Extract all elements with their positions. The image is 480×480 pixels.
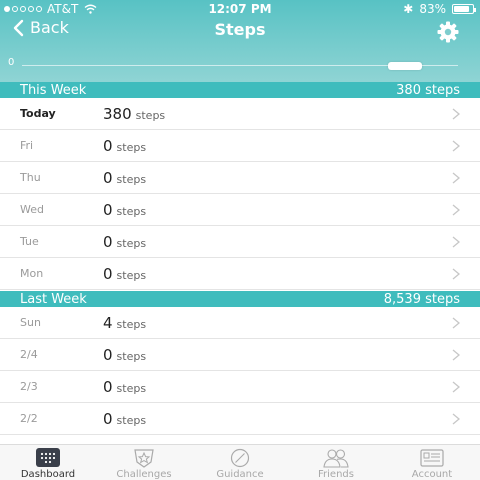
day-label: Sun: [20, 316, 41, 329]
day-row[interactable]: Wed 0 steps: [0, 194, 480, 226]
challenges-icon: [134, 449, 154, 468]
day-label: Tue: [20, 235, 39, 248]
step-unit: steps: [116, 204, 147, 218]
range-slider[interactable]: 0: [0, 56, 480, 76]
day-row[interactable]: 2/2 0 steps: [0, 403, 480, 435]
dashboard-icon: [36, 448, 60, 467]
day-row[interactable]: Thu 0 steps: [0, 162, 480, 194]
compass-icon: [230, 448, 250, 468]
day-label: 2/4: [20, 348, 38, 361]
step-unit: steps: [116, 317, 147, 331]
app-header: AT&T 12:07 PM ✱ 83% Back Steps 0: [0, 0, 480, 82]
step-count: 0: [103, 409, 113, 428]
step-unit: steps: [135, 108, 166, 122]
day-row[interactable]: Fri 0 steps: [0, 130, 480, 162]
step-count: 0: [103, 136, 113, 155]
tab-dashboard[interactable]: Dashboard: [0, 445, 96, 480]
status-right: ✱ 83%: [403, 2, 476, 16]
tab-challenges[interactable]: Challenges: [96, 445, 192, 480]
day-label: 2/3: [20, 380, 38, 393]
step-count: 380: [103, 104, 132, 123]
status-bar: AT&T 12:07 PM ✱ 83%: [0, 0, 480, 18]
battery-icon: [452, 4, 476, 14]
day-row[interactable]: Sun 4 steps: [0, 307, 480, 339]
day-label: Today: [20, 107, 56, 120]
tab-label: Guidance: [216, 469, 264, 480]
tab-label: Challenges: [116, 469, 172, 480]
chevron-right-icon: [452, 349, 460, 360]
account-card-icon: [420, 449, 444, 467]
chevron-right-icon: [452, 204, 460, 215]
step-count: 0: [103, 264, 113, 283]
step-count: 0: [103, 168, 113, 187]
battery-percent: 83%: [419, 2, 446, 16]
step-count: 4: [103, 313, 113, 332]
chevron-right-icon: [452, 413, 460, 424]
tab-label: Dashboard: [20, 469, 76, 480]
chevron-right-icon: [452, 236, 460, 247]
section-this-week: This Week 380 steps: [0, 82, 480, 98]
step-unit: steps: [116, 140, 147, 154]
page-title: Steps: [214, 20, 266, 39]
slider-min-label: 0: [8, 57, 15, 68]
day-row[interactable]: Today 380 steps: [0, 98, 480, 130]
day-label: 2/2: [20, 412, 38, 425]
step-count: 0: [103, 232, 113, 251]
step-count: 0: [103, 200, 113, 219]
chevron-right-icon: [452, 108, 460, 119]
day-row[interactable]: Tue 0 steps: [0, 226, 480, 258]
tab-label: Friends: [318, 469, 354, 480]
section-last-week: Last Week 8,539 steps: [0, 291, 480, 307]
friends-icon: [323, 449, 349, 468]
bluetooth-icon: ✱: [403, 2, 414, 16]
day-row[interactable]: 2/4 0 steps: [0, 339, 480, 371]
step-count: 0: [103, 345, 113, 364]
tab-account[interactable]: Account: [384, 445, 480, 480]
section-title: This Week: [20, 82, 87, 98]
gear-icon[interactable]: [436, 20, 460, 44]
section-total: 8,539 steps: [383, 291, 460, 307]
day-label: Wed: [20, 203, 44, 216]
chevron-right-icon: [452, 317, 460, 328]
step-unit: steps: [116, 349, 147, 363]
tab-guidance[interactable]: Guidance: [192, 445, 288, 480]
step-unit: steps: [116, 172, 147, 186]
tab-label: Account: [411, 469, 453, 480]
step-unit: steps: [116, 381, 147, 395]
tab-friends[interactable]: Friends: [288, 445, 384, 480]
chevron-right-icon: [452, 172, 460, 183]
step-unit: steps: [116, 236, 147, 250]
step-count: 0: [103, 377, 113, 396]
nav-bar: Back Steps: [0, 18, 480, 44]
step-unit: steps: [116, 413, 147, 427]
day-label: Mon: [20, 267, 44, 280]
chevron-right-icon: [452, 268, 460, 279]
day-row[interactable]: 2/3 0 steps: [0, 371, 480, 403]
section-title: Last Week: [20, 291, 87, 307]
chevron-right-icon: [452, 140, 460, 151]
day-label: Fri: [20, 139, 34, 152]
day-row[interactable]: Mon 0 steps: [0, 258, 480, 290]
section-total: 380 steps: [396, 82, 460, 98]
chevron-right-icon: [452, 381, 460, 392]
tab-bar: Dashboard Challenges Guidance Friends Ac…: [0, 444, 480, 480]
slider-handle[interactable]: [388, 62, 422, 70]
day-label: Thu: [20, 171, 41, 184]
step-unit: steps: [116, 268, 147, 282]
